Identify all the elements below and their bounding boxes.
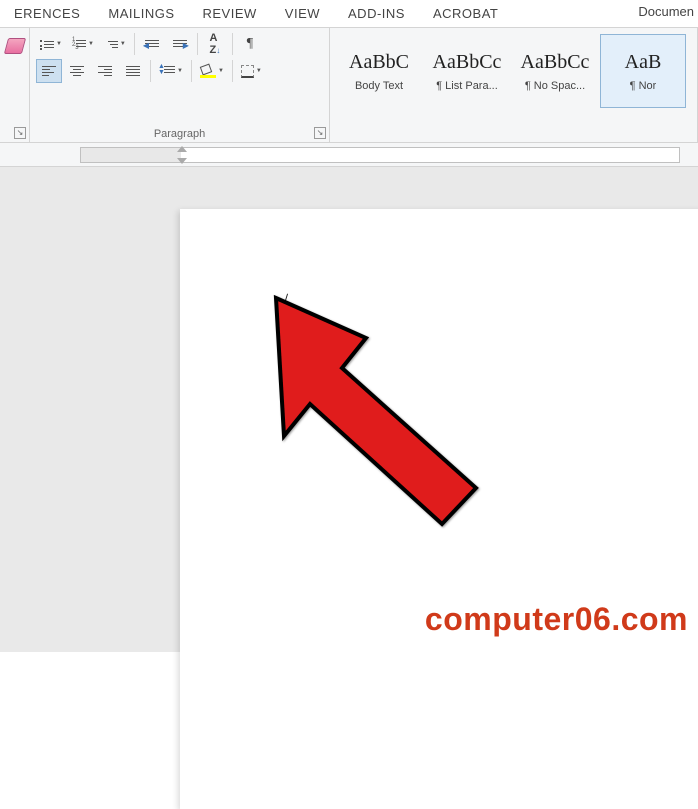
- multilevel-icon: [104, 39, 118, 50]
- tab-references[interactable]: ERENCES: [0, 0, 94, 28]
- style-name: ¶ No Spac...: [525, 80, 585, 92]
- tab-acrobat[interactable]: ACROBAT: [419, 0, 512, 28]
- style-name: ¶ List Para...: [436, 80, 498, 92]
- justify-button[interactable]: [120, 59, 146, 83]
- shading-button[interactable]: ▼: [196, 59, 228, 83]
- align-left-icon: [42, 64, 56, 78]
- hanging-indent-marker[interactable]: [177, 158, 187, 164]
- numbering-button[interactable]: 1 2 3 ▼: [68, 32, 98, 56]
- watermark-text: computer06.com: [425, 601, 688, 638]
- justify-icon: [126, 64, 140, 78]
- decrease-indent-button[interactable]: ◀: [139, 32, 165, 56]
- document-page[interactable]: √: [180, 209, 698, 809]
- sort-button[interactable]: AZ↓: [202, 32, 228, 56]
- style-name: ¶ Nor: [630, 80, 657, 92]
- tab-addins[interactable]: ADD-INS: [334, 0, 419, 28]
- clipboard-group: ↘: [0, 28, 30, 142]
- bullets-button[interactable]: ▼: [36, 32, 66, 56]
- first-line-indent-marker[interactable]: [177, 146, 187, 152]
- separator: [150, 60, 151, 82]
- show-hide-marks-button[interactable]: ¶: [237, 32, 263, 56]
- format-painter-button[interactable]: [2, 34, 28, 58]
- borders-icon: [241, 65, 254, 78]
- horizontal-ruler[interactable]: [80, 147, 680, 163]
- multilevel-list-button[interactable]: ▼: [100, 32, 130, 56]
- separator: [232, 33, 233, 55]
- bullets-icon: [40, 39, 54, 50]
- style-preview: AaBbCc: [521, 51, 590, 74]
- ribbon-tabs: ERENCES MAILINGS REVIEW VIEW ADD-INS ACR…: [0, 0, 698, 28]
- style-preview: AaBbCc: [433, 51, 502, 74]
- line-spacing-icon: ▲▼: [159, 64, 175, 78]
- ruler-area: [0, 143, 698, 167]
- pilcrow-icon: ¶: [247, 36, 253, 52]
- eraser-icon: [3, 38, 25, 54]
- editor-canvas: √: [0, 167, 698, 652]
- tab-view[interactable]: VIEW: [271, 0, 334, 28]
- document-title: Documen: [638, 4, 694, 19]
- document-text[interactable]: √: [276, 291, 288, 317]
- borders-button[interactable]: ▼: [237, 59, 266, 83]
- paragraph-group-label: Paragraph: [30, 128, 329, 140]
- style-name: Body Text: [355, 80, 403, 92]
- align-right-icon: [98, 64, 112, 78]
- style-no-spacing[interactable]: AaBbCc ¶ No Spac...: [512, 34, 598, 108]
- paragraph-group: ▼ 1 2 3 ▼ ▼ ◀ ▶: [30, 28, 330, 142]
- separator: [197, 33, 198, 55]
- sort-icon: AZ↓: [209, 32, 220, 56]
- style-preview: AaBbC: [349, 51, 409, 74]
- align-left-button[interactable]: [36, 59, 62, 83]
- style-body-text[interactable]: AaBbC Body Text: [336, 34, 422, 108]
- align-center-button[interactable]: [64, 59, 90, 83]
- line-spacing-button[interactable]: ▲▼ ▼: [155, 59, 187, 83]
- tab-review[interactable]: REVIEW: [188, 0, 270, 28]
- paragraph-dialog-launcher[interactable]: ↘: [314, 127, 326, 139]
- style-preview: AaB: [625, 51, 662, 74]
- style-list-paragraph[interactable]: AaBbCc ¶ List Para...: [424, 34, 510, 108]
- separator: [232, 60, 233, 82]
- numbering-icon: 1 2 3: [72, 38, 86, 51]
- align-right-button[interactable]: [92, 59, 118, 83]
- decrease-indent-icon: ◀: [145, 38, 159, 50]
- shading-icon: [200, 64, 216, 78]
- separator: [191, 60, 192, 82]
- styles-group: AaBbC Body Text AaBbCc ¶ List Para... Aa…: [330, 28, 698, 142]
- clipboard-dialog-launcher[interactable]: ↘: [14, 127, 26, 139]
- style-normal[interactable]: AaB ¶ Nor: [600, 34, 686, 108]
- align-center-icon: [70, 64, 84, 78]
- ribbon: ↘ ▼ 1 2 3 ▼ ▼: [0, 28, 698, 143]
- tab-mailings[interactable]: MAILINGS: [94, 0, 188, 28]
- separator: [134, 33, 135, 55]
- increase-indent-icon: ▶: [173, 38, 187, 50]
- increase-indent-button[interactable]: ▶: [167, 32, 193, 56]
